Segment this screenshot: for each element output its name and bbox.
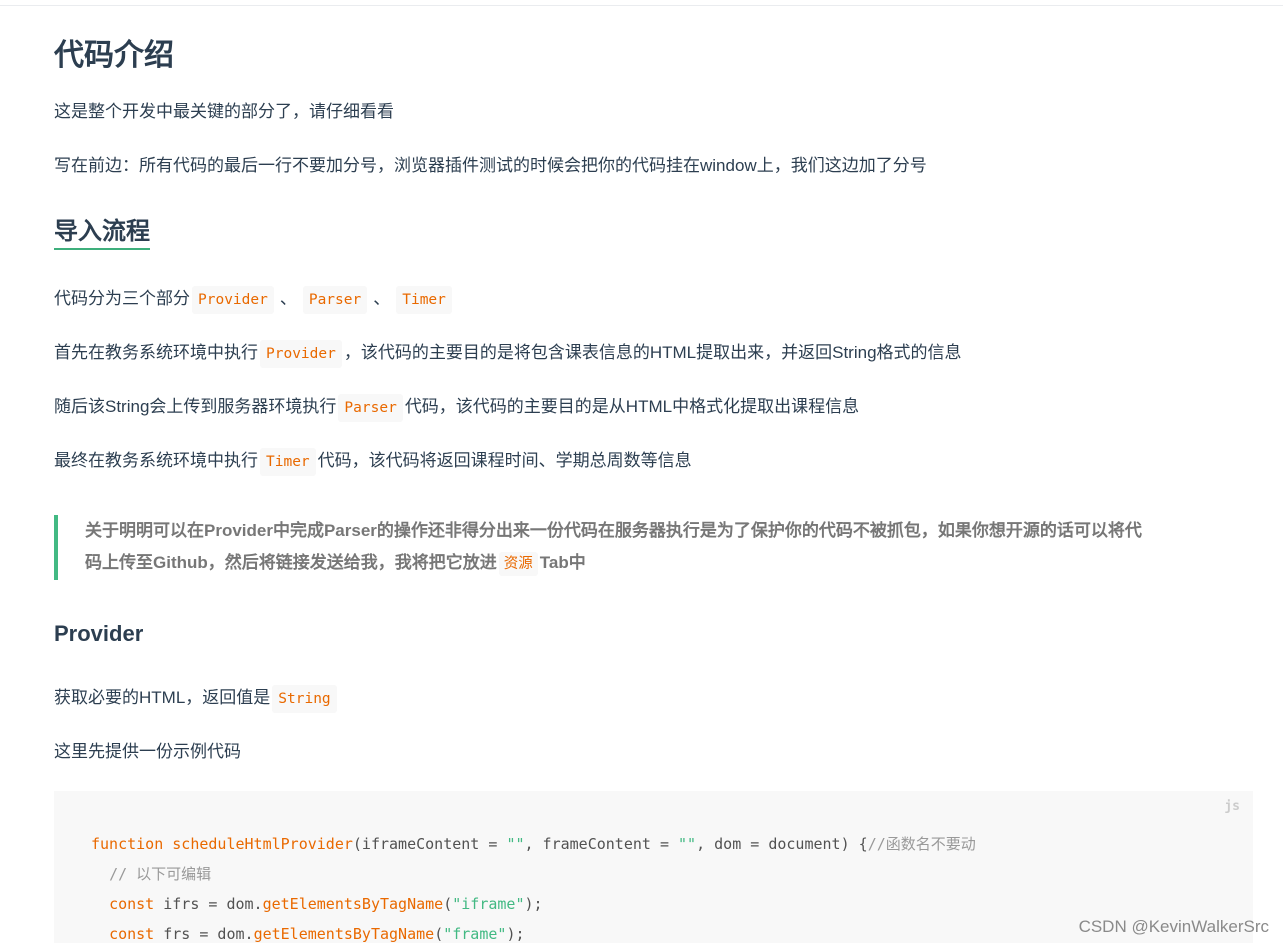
- inline-code-string: String: [272, 685, 337, 713]
- code-language-label: js: [1224, 799, 1240, 814]
- step3-suffix: 代码，该代码将返回课程时间、学期总周数等信息: [317, 451, 692, 470]
- inline-code-provider: Provider: [260, 340, 342, 368]
- sample-intro-paragraph: 这里先提供一份示例代码: [54, 742, 241, 761]
- step2-suffix: 代码，该代码的主要目的是从HTML中格式化提取出课程信息: [404, 397, 860, 416]
- inline-code-parser: Parser: [302, 286, 368, 314]
- separator: 、: [373, 289, 391, 308]
- intro-paragraph: 这是整个开发中最关键的部分了，请仔细看看: [54, 102, 394, 121]
- import-section-heading[interactable]: 导入流程: [54, 216, 150, 250]
- provider-section-heading[interactable]: Provider: [54, 618, 143, 650]
- step1-paragraph: 首先在教务系统环境中执行 Provider ，该代码的主要目的是将包含课表信息的HT…: [54, 340, 962, 368]
- blockquote-line-1: 关于明明可以在Provider中完成Parser的操作还非得分出来一份代码在服务…: [85, 521, 1142, 540]
- import-heading-text: 导入流程: [54, 218, 150, 245]
- step3-paragraph: 最终在教务系统环境中执行 Timer 代码，该代码将返回课程时间、学期总周数等信息: [54, 448, 692, 476]
- inline-code-timer: Timer: [260, 448, 316, 476]
- inline-code-timer: Timer: [396, 286, 452, 314]
- provider-desc-prefix: 获取必要的HTML，返回值是: [54, 688, 271, 707]
- provider-desc-paragraph: 获取必要的HTML，返回值是 String: [54, 685, 339, 713]
- parts-prefix: 代码分为三个部分: [54, 289, 190, 308]
- step3-prefix: 最终在教务系统环境中执行: [54, 451, 258, 470]
- step2-paragraph: 随后该String会上传到服务器环境执行 Parser 代码，该代码的主要目的是从H…: [54, 394, 860, 422]
- inline-code-parser: Parser: [338, 394, 403, 422]
- top-divider: [0, 0, 1283, 6]
- blockquote-line-2-suffix: Tab中: [539, 553, 586, 572]
- blockquote-line-2-prefix: 码上传至Github，然后将链接发送给我，我将把它放进: [85, 553, 497, 572]
- inline-code-resources: 资源: [498, 552, 538, 576]
- note-paragraph: 写在前边：所有代码的最后一行不要加分号，浏览器插件测试的时候会把你的代码挂在wi…: [54, 156, 927, 175]
- step1-suffix: ，该代码的主要目的是将包含课表信息的HTML提取出来，并返回String格式的信…: [343, 343, 962, 362]
- separator: 、: [279, 289, 297, 308]
- inline-code-provider: Provider: [192, 286, 274, 314]
- tip-blockquote: 关于明明可以在Provider中完成Parser的操作还非得分出来一份代码在服务…: [54, 515, 1253, 580]
- step2-prefix: 随后该String会上传到服务器环境执行: [54, 397, 337, 416]
- page-title: 代码介绍: [54, 39, 174, 72]
- parts-paragraph: 代码分为三个部分 Provider 、 Parser 、 Timer: [54, 286, 454, 314]
- heading-underline: [54, 248, 150, 250]
- code-line-1: function scheduleHtmlProvider(iframeCont…: [91, 835, 976, 853]
- csdn-watermark: CSDN @KevinWalkerSrc: [1078, 917, 1269, 936]
- code-line-3: const ifrs = dom.getElementsByTagName("i…: [109, 895, 543, 913]
- code-content: function scheduleHtmlProvider(iframeCont…: [91, 829, 976, 949]
- code-block[interactable]: js function scheduleHtmlProvider(iframeC…: [54, 791, 1253, 943]
- code-line-2: // 以下可编辑: [109, 865, 212, 883]
- blockquote-line-2: 码上传至Github，然后将链接发送给我，我将把它放进 资源 Tab中: [85, 547, 1253, 580]
- step1-prefix: 首先在教务系统环境中执行: [54, 343, 258, 362]
- code-line-4: const frs = dom.getElementsByTagName("fr…: [109, 925, 525, 943]
